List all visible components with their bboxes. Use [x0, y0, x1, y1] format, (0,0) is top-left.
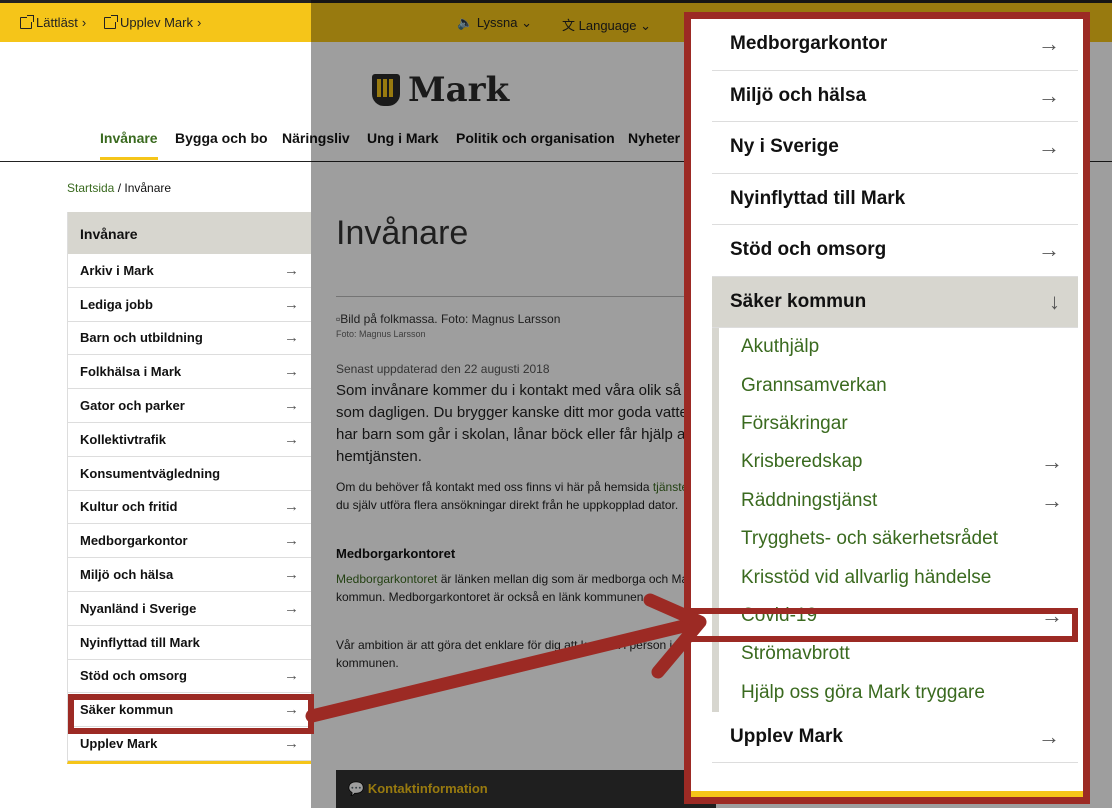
zoom-menu-item[interactable]: Upplev Mark → [712, 712, 1078, 764]
arrow-right-icon[interactable]: → [1038, 83, 1060, 109]
zoom-menu-item[interactable]: Ny i Sverige → [712, 122, 1078, 174]
arrow-right-icon[interactable]: → [284, 498, 299, 515]
zoom-menu-item-label: Medborgarkontor [730, 33, 888, 55]
arrow-right-icon[interactable]: → [284, 532, 299, 549]
submenu-item[interactable]: Hjälp oss göra Mark tryggare [719, 674, 1078, 712]
sidebar-item-label: Kultur och fritid [80, 499, 178, 515]
sidebar-item[interactable]: Konsumentvägledning [68, 457, 311, 491]
sidebar-item[interactable]: Arkiv i Mark → [68, 254, 311, 288]
breadcrumb: Startsida / Invånare [67, 181, 172, 195]
submenu-item-label: Försäkringar [741, 412, 848, 434]
zoom-menu-item[interactable]: Miljö och hälsa → [712, 71, 1078, 122]
panel-bottom-accent [691, 791, 1083, 797]
sidebar-heading[interactable]: Invånare [68, 212, 311, 254]
upplev-mark-link[interactable]: Upplev Mark › [104, 14, 201, 30]
upplev-mark-label: Upplev Mark [120, 15, 193, 30]
submenu-item[interactable]: Akuthjälp [719, 328, 1078, 366]
sidebar-item[interactable]: Miljö och hälsa → [68, 558, 311, 592]
zoom-menu-item-label: Ny i Sverige [730, 136, 839, 158]
sidebar-item-label: Medborgarkontor [80, 533, 188, 549]
sidebar-item-label: Stöd och omsorg [80, 668, 187, 684]
external-link-icon [20, 14, 34, 29]
sidebar-item[interactable]: Gator och parker → [68, 389, 311, 423]
arrow-right-icon[interactable]: → [284, 667, 299, 684]
arrow-right-icon[interactable]: → [1038, 31, 1060, 57]
sidebar-item-label: Nyanländ i Sverige [80, 600, 197, 616]
arrow-right-icon[interactable]: → [284, 600, 299, 617]
submenu-item[interactable]: Grannsamverkan [719, 366, 1078, 404]
sidebar-item-label: Arkiv i Mark [80, 262, 154, 278]
arrow-right-icon[interactable]: → [284, 735, 299, 752]
submenu-item-label: Räddningstjänst [741, 489, 878, 511]
sidebar-item-label: Folkhälsa i Mark [80, 364, 182, 380]
sidebar-item[interactable]: Kollektivtrafik → [68, 423, 311, 457]
zoom-menu-item[interactable]: Stöd och omsorg → [712, 225, 1078, 277]
arrow-right-icon[interactable]: → [1038, 134, 1060, 160]
sidebar-item[interactable]: Lediga jobb → [68, 288, 311, 322]
submenu-item-label: Krisstöd vid allvarlig händelse [741, 566, 992, 588]
sidebar-item[interactable]: Stöd och omsorg → [68, 660, 311, 694]
lattlast-link[interactable]: Lättläst › [20, 14, 86, 30]
arrow-down-icon[interactable]: ↓ [1049, 289, 1060, 315]
arrow-right-icon[interactable]: → [284, 363, 299, 380]
submenu-item-label: Trygghets- och säkerhetsrådet [741, 528, 998, 550]
zoom-menu-item-open[interactable]: Säker kommun ↓ [712, 276, 1078, 328]
submenu-item-label: Hjälp oss göra Mark tryggare [741, 681, 985, 703]
arrow-right-icon[interactable]: → [284, 431, 299, 448]
sidebar-menu: Invånare Arkiv i Mark → Lediga jobb → Barn o… [67, 212, 311, 764]
zoom-menu-item-label: Stöd och omsorg [730, 239, 887, 261]
submenu-item-label: Akuthjälp [741, 336, 820, 358]
submenu-item-label: Krisberedskap [741, 451, 863, 473]
breadcrumb-current: Invånare [124, 181, 172, 195]
covid-highlight [684, 608, 1078, 642]
zoom-menu-item-label: Nyinflyttad till Mark [730, 187, 906, 209]
nav-bygga-och-bo[interactable]: Bygga och bo [175, 130, 268, 146]
sidebar-item-label: Upplev Mark [80, 736, 158, 752]
arrow-right-icon[interactable]: → [284, 329, 299, 346]
arrow-right-icon[interactable]: → [1038, 724, 1060, 750]
selected-item-highlight [68, 694, 314, 734]
external-link-icon [104, 14, 118, 29]
zoom-menu-item-label: Miljö och hälsa [730, 84, 867, 106]
nav-invanare[interactable]: Invånare [100, 130, 158, 160]
sidebar-item-label: Nyinflyttad till Mark [80, 634, 200, 650]
breadcrumb-home[interactable]: Startsida [67, 181, 114, 195]
sidebar-item-label: Konsumentvägledning [80, 465, 221, 481]
sidebar-item-label: Lediga jobb [80, 296, 153, 312]
sidebar-item[interactable]: Folkhälsa i Mark → [68, 355, 311, 390]
sidebar-item[interactable]: Medborgarkontor → [68, 524, 311, 559]
sidebar-item[interactable]: Nyanländ i Sverige → [68, 592, 311, 626]
zoom-menu-item[interactable]: Medborgarkontor → [712, 19, 1078, 71]
sidebar-item[interactable]: Kultur och fritid → [68, 491, 311, 525]
arrow-right-icon[interactable]: → [284, 566, 299, 583]
submenu-item[interactable]: Trygghets- och säkerhetsrådet [719, 520, 1078, 558]
sidebar-item-label: Barn och utbildning [80, 330, 203, 346]
submenu-item-label: Grannsamverkan [741, 374, 887, 396]
arrow-right-icon[interactable]: → [1038, 237, 1060, 263]
sidebar-item[interactable]: Nyinflyttad till Mark [68, 626, 311, 660]
submenu-item[interactable]: Krisberedskap → [719, 443, 1078, 481]
submenu-item[interactable]: Försäkringar [719, 405, 1078, 443]
lattlast-label: Lättläst [36, 15, 78, 30]
zoomed-menu-panel: Medborgarkontor → Miljö och hälsa → Ny i Sve… [684, 12, 1090, 804]
sidebar-item-label: Miljö och hälsa [80, 567, 174, 583]
arrow-right-icon[interactable]: → [284, 296, 299, 313]
zoom-menu-item-open-label: Säker kommun [730, 290, 867, 312]
submenu-item[interactable]: Krisstöd vid allvarlig händelse [719, 558, 1078, 596]
arrow-right-icon[interactable]: → [1041, 488, 1063, 514]
submenu-item-label: Strömavbrott [741, 643, 850, 665]
zoom-menu-item-label: Upplev Mark [730, 726, 843, 748]
zoom-menu-item[interactable]: Nyinflyttad till Mark [712, 174, 1078, 225]
sidebar-item-label: Gator och parker [80, 398, 185, 414]
arrow-right-icon[interactable]: → [284, 262, 299, 279]
sidebar-item[interactable]: Barn och utbildning → [68, 322, 311, 356]
arrow-right-icon[interactable]: → [284, 397, 299, 414]
submenu-item[interactable]: Räddningstjänst → [719, 482, 1078, 520]
arrow-right-icon[interactable]: → [1041, 449, 1063, 475]
sidebar-item-label: Kollektivtrafik [80, 431, 166, 447]
submenu: Akuthjälp Grannsamverkan Försäkringar Krisb… [712, 328, 1078, 712]
